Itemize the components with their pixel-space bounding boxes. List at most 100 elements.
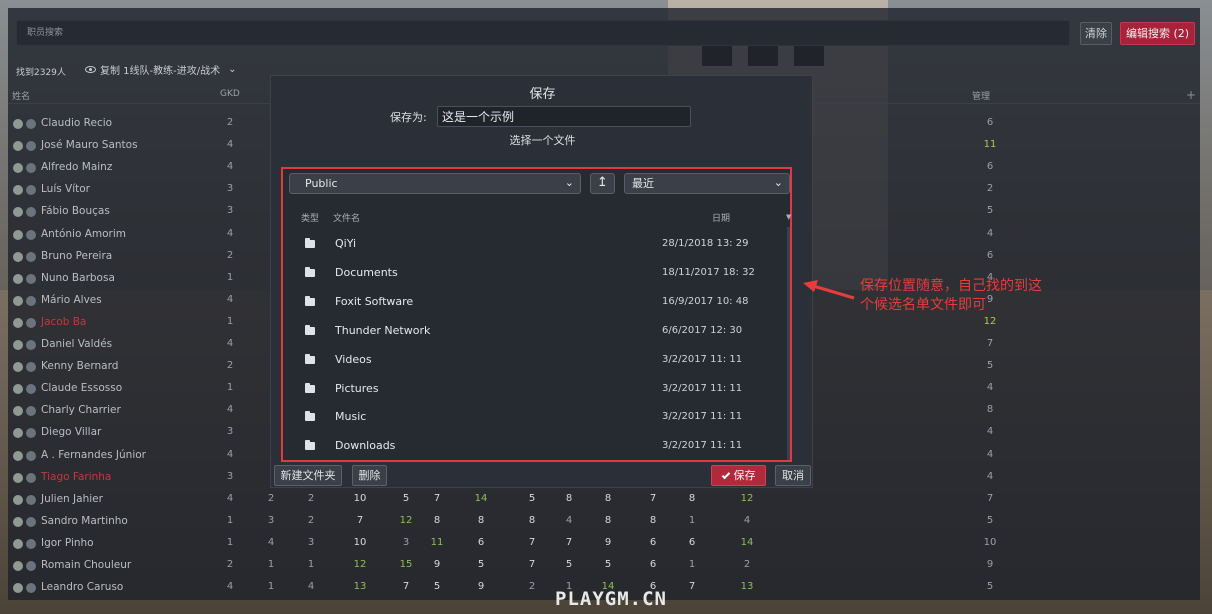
file-browser: Public ⌄ ↥ 最近 ⌄ 类型 文件名 日期 ▼ QiYi 28/1/201… [281,167,792,462]
info-icon[interactable] [26,561,36,571]
info-icon[interactable] [26,251,36,262]
table-cell: 2 [307,514,315,526]
file-row[interactable]: Foxit Software 16/9/2017 10: 48 [283,289,788,318]
table-cell: 1 [267,581,275,593]
manage-cell: 5 [986,514,994,526]
table-cell: 4 [307,581,315,593]
watermark-text: PLAYGM.CN [555,588,667,610]
column-header-manage[interactable]: 管理 [972,89,990,102]
info-icon[interactable] [26,406,36,417]
status-icon [13,119,23,129]
table-cell: 7 [528,559,536,570]
manage-cell: 9 [986,559,994,570]
table-row[interactable]: Romain Chouleur 2 1 1 12 15 9 5 7 5 5 6 1 2 9 [8,554,1200,576]
info-icon[interactable] [26,295,36,306]
table-cell: 1 [267,559,275,570]
save-button[interactable]: 保存 [711,465,766,486]
table-row[interactable]: Sandro Martinho 1 3 2 7 12 8 8 8 4 8 8 1 4 5 [8,510,1200,532]
file-row[interactable]: Thunder Network 6/6/2017 12: 30 [283,318,788,347]
add-column-icon[interactable]: + [1186,88,1196,102]
info-icon[interactable] [26,384,36,395]
manage-cell: 7 [986,338,994,349]
file-row[interactable]: QiYi 28/1/2018 13: 29 [283,231,788,260]
manage-cell: 4 [986,448,994,460]
location-select[interactable]: Public ⌄ [289,173,581,194]
edit-search-button[interactable]: 编辑搜索 (2) [1120,22,1195,45]
info-icon[interactable] [26,207,36,218]
manage-cell: 2 [986,183,994,195]
file-column-type[interactable]: 类型 [301,211,319,224]
info-icon[interactable] [26,583,36,594]
info-icon[interactable] [26,494,36,505]
file-row[interactable]: Pictures 3/2/2017 11: 11 [283,376,788,405]
staff-name: Jacob Ba [41,315,87,328]
file-row[interactable]: Downloads 3/2/2017 11: 11 [283,433,788,462]
info-icon[interactable] [26,119,36,129]
manage-cell: 11 [983,139,997,151]
folder-icon [305,324,315,335]
dialog-title: 保存 [529,87,556,102]
info-icon[interactable] [26,516,36,527]
info-icon[interactable] [26,340,36,350]
table-cell: 5 [477,559,485,570]
recent-select[interactable]: 最近 ⌄ [624,173,790,194]
table-cell: 4 [226,492,234,504]
file-row[interactable]: Documents 18/11/2017 18: 32 [283,260,788,289]
file-column-date[interactable]: 日期 [712,211,730,224]
table-cell: 7 [565,536,573,548]
status-icon [13,406,23,417]
clear-button[interactable]: 清除 [1080,22,1112,45]
location-select-value: Public [305,177,338,190]
cancel-button[interactable]: 取消 [775,465,811,486]
info-icon[interactable] [26,428,36,439]
view-selector[interactable]: 复制 1线队-教练-进攻/战术 ⌄ [85,62,237,77]
table-cell: 4 [226,338,234,349]
info-icon[interactable] [26,362,36,373]
status-icon [13,384,23,395]
table-cell: 5 [565,559,573,570]
staff-name: Luís Vítor [41,183,91,196]
staff-name: Kenny Bernard [41,360,119,373]
info-icon[interactable] [26,185,36,196]
column-header-name[interactable]: 姓名 [12,89,30,102]
file-list: QiYi 28/1/2018 13: 29 Documents 18/11/2017 … [283,231,788,460]
info-icon[interactable] [26,450,36,461]
file-date: 3/2/2017 11: 11 [662,382,743,394]
file-column-name[interactable]: 文件名 [333,211,360,224]
column-header-gkd[interactable]: GKD [220,89,240,99]
table-cell: 1 [226,514,234,526]
table-cell: 11 [430,536,444,548]
sort-down-icon[interactable]: ▼ [786,213,791,221]
table-cell: 1 [226,271,234,283]
up-folder-button[interactable]: ↥ [590,173,615,194]
chevron-down-icon: ⌄ [228,64,237,75]
folder-icon [305,382,315,393]
info-icon[interactable] [26,317,36,328]
table-row[interactable]: Julien Jahier 4 2 2 10 5 7 14 5 8 8 7 8 12 7 [8,488,1200,510]
folder-icon [305,238,315,248]
status-icon [13,317,23,328]
table-cell: 10 [353,536,367,548]
info-icon[interactable] [26,229,36,240]
staff-name: Charly Charrier [41,404,121,417]
info-icon[interactable] [26,273,36,284]
manage-cell: 6 [986,117,994,128]
info-icon[interactable] [26,538,36,549]
file-row[interactable]: Music 3/2/2017 11: 11 [283,404,788,433]
save-as-input[interactable] [437,106,691,127]
staff-name: Romain Chouleur [41,559,132,571]
table-cell: 4 [226,161,234,173]
annotation-arrow [803,280,855,300]
info-icon[interactable] [26,163,36,174]
info-icon[interactable] [26,141,36,152]
table-row[interactable]: Igor Pinho 1 4 3 10 3 11 6 7 7 9 6 6 14 10 [8,532,1200,554]
table-cell: 1 [226,536,234,548]
table-cell: 1 [226,315,234,327]
file-name: QiYi [335,237,357,250]
results-count: 找到2329人 [16,68,66,78]
info-icon[interactable] [26,472,36,483]
file-row[interactable]: Videos 3/2/2017 11: 11 [283,347,788,376]
delete-button[interactable]: 删除 [352,465,387,486]
new-folder-button[interactable]: 新建文件夹 [274,465,342,486]
staff-search-input[interactable]: 职员搜索 [16,20,1070,46]
